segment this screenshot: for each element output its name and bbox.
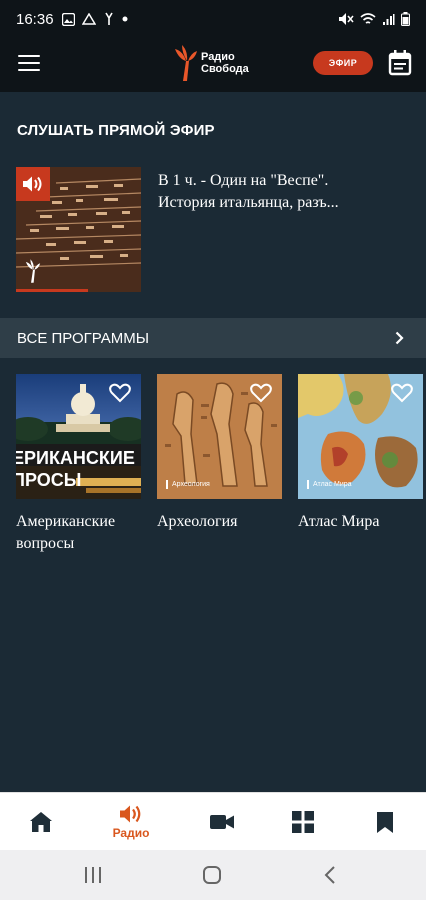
back-icon[interactable] [324,866,336,884]
bookmark-icon [377,811,393,833]
all-programs-label: ВСЕ ПРОГРАММЫ [17,329,150,347]
nav-radio[interactable]: Радио [100,793,162,851]
live-thumbnail[interactable] [16,167,141,292]
menu-button[interactable] [18,55,40,73]
favorite-heart-icon[interactable] [109,383,131,403]
nav-categories[interactable] [290,793,316,851]
status-time: 16:36 [16,10,54,28]
battery-icon [401,12,410,26]
video-camera-icon [210,815,234,829]
program-image: ЕРИКАНСКИЕ ПРОСЫ [16,374,141,499]
live-section-title: СЛУШАТЬ ПРЯМОЙ ЭФИР [17,122,215,139]
speaker-icon [120,805,141,823]
program-title: Археология [157,513,238,530]
recent-apps-icon[interactable] [84,867,102,883]
nav-video[interactable] [209,793,235,851]
torch-notification-icon [104,12,113,25]
logo-line2: Свобода [201,63,249,75]
grid-icon [292,811,314,833]
gallery-notification-icon [61,12,75,26]
program-banner-line2: ПРОСЫ [16,470,82,490]
live-program-line1: В 1 ч. - Один на "Веспе". [158,172,329,189]
menu-icon [18,55,40,57]
nav-radio-label: Радио [112,826,150,840]
dot-notification-icon [122,16,128,22]
program-image: Атлас Мира [298,374,423,499]
radio-svoboda-logo[interactable]: Радио Свобода [173,43,249,83]
calendar-icon[interactable] [388,50,412,76]
live-button[interactable]: ЭФИР [313,51,373,75]
home-circle-icon[interactable] [203,866,221,884]
logo-line1: Радио [201,51,235,63]
torch-watermark-icon [25,259,41,283]
app-header: Радио Свобода ЭФИР [0,38,426,92]
program-card-american-questions[interactable]: ЕРИКАНСКИЕ ПРОСЫ Американские вопросы [16,374,141,555]
signal-icon [383,13,395,25]
system-navigation-bar [0,850,426,900]
chevron-right-icon [395,331,404,345]
program-banner-line1: ЕРИКАНСКИЕ [16,448,135,468]
favorite-heart-icon[interactable] [250,383,272,403]
audio-badge [16,167,50,201]
program-card-world-atlas[interactable]: Атлас Мира Атлас Мира [298,374,423,533]
speaker-icon [23,176,42,192]
live-program-line2: История итальянца, разъ... [158,194,339,211]
wifi-icon [360,12,376,24]
home-icon [30,812,52,832]
program-title: Американские вопросы [16,513,116,552]
torch-logo-icon [175,45,197,81]
program-tag: Археология [166,480,210,489]
favorite-heart-icon[interactable] [391,383,413,403]
live-program-text[interactable]: В 1 ч. - Один на "Веспе". История италья… [158,170,408,214]
status-bar: 16:36 [0,0,426,38]
bottom-navigation: Радио [0,792,426,850]
program-tag: Атлас Мира [307,480,352,489]
all-programs-bar[interactable]: ВСЕ ПРОГРАММЫ [0,318,426,358]
mute-icon [339,13,354,25]
nav-bookmarks[interactable] [372,793,398,851]
nav-home[interactable] [28,793,54,851]
program-title: Атлас Мира [298,513,380,530]
drive-notification-icon [81,12,96,25]
program-card-archaeology[interactable]: Археология Археология [157,374,282,533]
program-image: Археология [157,374,282,499]
